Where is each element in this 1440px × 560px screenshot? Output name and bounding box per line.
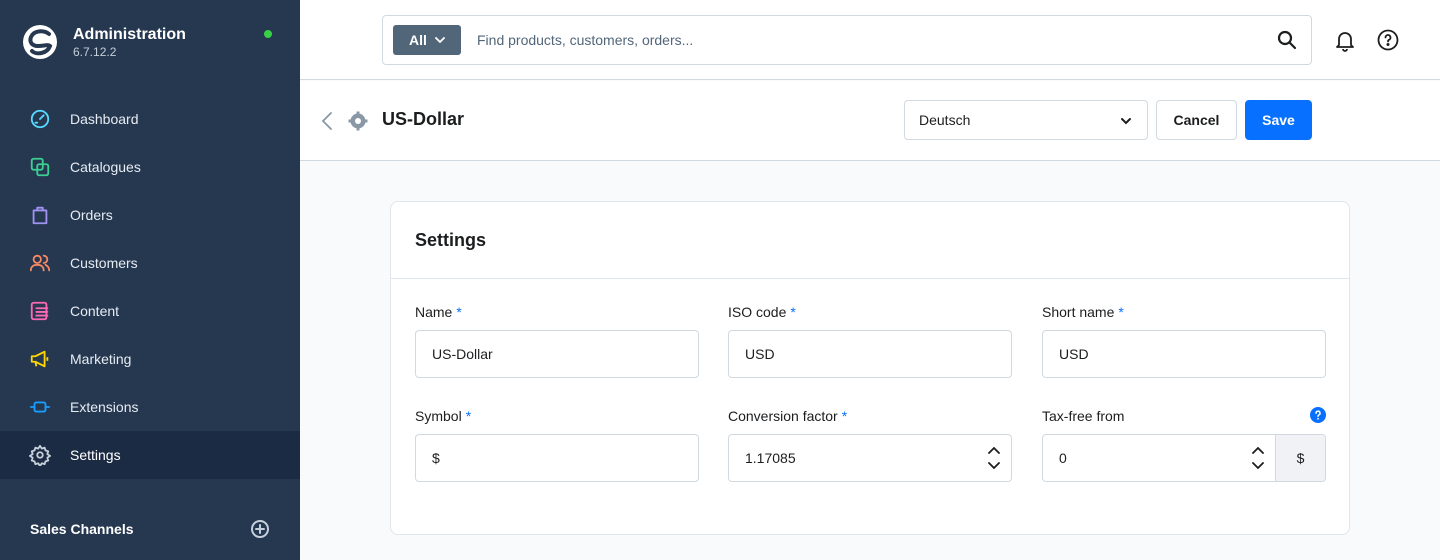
save-button[interactable]: Save (1245, 100, 1312, 140)
settings-icon (28, 443, 52, 467)
sidebar-item-marketing[interactable]: Marketing (0, 335, 300, 383)
conversion-factor-value: 1.17085 (745, 450, 796, 466)
chevron-down-icon (1121, 118, 1131, 125)
increment-chevron-up-icon[interactable] (988, 446, 1000, 454)
tax-free-from-label: Tax-free from (1042, 407, 1326, 425)
sales-channels-section: Sales Channels (30, 519, 270, 539)
app-title: Administration (73, 26, 186, 43)
iso-code-input[interactable]: USD (728, 330, 1012, 378)
marketing-icon (28, 347, 52, 371)
add-sales-channel-plus-icon[interactable] (250, 519, 270, 539)
sidebar-item-content[interactable]: Content (0, 287, 300, 335)
name-input[interactable]: US-Dollar (415, 330, 699, 378)
symbol-field-group: Symbol * $ (415, 407, 699, 482)
iso-code-label-text: ISO code (728, 304, 787, 320)
short-name-field-group: Short name * USD (1042, 303, 1326, 378)
conversion-factor-label: Conversion factor * (728, 407, 1012, 425)
conversion-factor-input[interactable]: 1.17085 (728, 434, 1012, 482)
required-marker: * (465, 408, 472, 424)
smart-bar: US-Dollar Deutsch Cancel Save (300, 81, 1440, 161)
sidebar-item-catalogues[interactable]: Catalogues (0, 143, 300, 191)
notification-bell-icon[interactable] (1334, 30, 1356, 52)
sidebar-item-label: Dashboard (70, 111, 139, 127)
chevron-down-icon (435, 37, 445, 43)
conversion-factor-label-text: Conversion factor (728, 408, 838, 424)
sidebar-item-label: Settings (70, 447, 121, 463)
short-name-value: USD (1059, 346, 1089, 362)
sales-channels-label: Sales Channels (30, 521, 134, 537)
required-marker: * (1118, 304, 1124, 320)
global-search: All (382, 15, 1312, 65)
name-value: US-Dollar (432, 346, 493, 362)
conversion-factor-stepper (977, 435, 1011, 481)
sidebar-item-label: Orders (70, 207, 113, 223)
search-type-dropdown[interactable]: All (393, 25, 461, 55)
extensions-icon (28, 395, 52, 419)
symbol-value: $ (432, 450, 440, 466)
app-version: 6.7.12.2 (73, 45, 117, 59)
sidebar-item-label: Marketing (70, 351, 132, 367)
cancel-button[interactable]: Cancel (1156, 100, 1237, 140)
iso-code-label: ISO code * (728, 303, 1012, 321)
tax-free-from-input[interactable]: 0 $ (1042, 434, 1326, 482)
decrement-chevron-down-icon[interactable] (1252, 462, 1264, 470)
currency-suffix: $ (1275, 435, 1325, 481)
language-switch-select[interactable]: Deutsch (904, 100, 1148, 140)
cog-icon (348, 111, 368, 131)
settings-card: Settings Name * US-Dollar ISO code * USD S… (390, 201, 1350, 535)
tax-free-from-value: 0 (1059, 450, 1067, 466)
symbol-input[interactable]: $ (415, 434, 699, 482)
content-icon (28, 299, 52, 323)
sidebar-item-orders[interactable]: Orders (0, 191, 300, 239)
symbol-label: Symbol * (415, 407, 699, 425)
short-name-label-text: Short name (1042, 304, 1115, 320)
top-bar: All (300, 0, 1440, 80)
name-label: Name * (415, 303, 699, 321)
short-name-input[interactable]: USD (1042, 330, 1326, 378)
required-marker: * (841, 408, 848, 424)
required-marker: * (790, 304, 796, 320)
name-field-group: Name * US-Dollar (415, 303, 699, 378)
sidebar-item-label: Extensions (70, 399, 139, 415)
search-type-label: All (409, 32, 427, 48)
sidebar-item-label: Content (70, 303, 120, 319)
search-input[interactable] (477, 32, 1257, 48)
sidebar-item-label: Catalogues (70, 159, 141, 175)
tax-free-from-label-text: Tax-free from (1042, 408, 1125, 424)
decrement-chevron-down-icon[interactable] (988, 462, 1000, 470)
sidebar-item-extensions[interactable]: Extensions (0, 383, 300, 431)
customers-icon (28, 251, 52, 275)
orders-icon (28, 203, 52, 227)
name-label-text: Name (415, 304, 453, 320)
back-arrow-icon[interactable] (320, 111, 334, 131)
short-name-label: Short name * (1042, 303, 1326, 321)
card-title: Settings (415, 229, 487, 250)
catalogues-icon (28, 155, 52, 179)
conversion-factor-field-group: Conversion factor * 1.17085 (728, 407, 1012, 482)
main-navigation: Dashboard Catalogues Orders Customers Co… (0, 95, 300, 479)
search-icon[interactable] (1277, 30, 1297, 50)
card-header: Settings (391, 202, 1349, 279)
sidebar-item-label: Customers (70, 255, 138, 271)
dashboard-icon (28, 107, 52, 131)
sidebar-item-dashboard[interactable]: Dashboard (0, 95, 300, 143)
symbol-label-text: Symbol (415, 408, 462, 424)
help-icon[interactable] (1377, 29, 1399, 51)
tax-free-from-field-group: Tax-free from 0 $ (1042, 407, 1326, 482)
required-marker: * (456, 304, 462, 320)
page-title: US-Dollar (382, 109, 465, 129)
shopware-logo-icon (23, 25, 57, 59)
sidebar-item-settings[interactable]: Settings (0, 431, 300, 479)
iso-code-field-group: ISO code * USD (728, 303, 1012, 378)
language-selected-value: Deutsch (919, 112, 971, 128)
sidebar: Administration 6.7.12.2 Dashboard Catalo… (0, 0, 300, 560)
iso-code-value: USD (745, 346, 775, 362)
online-status-dot (264, 30, 272, 38)
increment-chevron-up-icon[interactable] (1252, 446, 1264, 454)
help-info-icon[interactable] (1310, 407, 1326, 423)
brand[interactable]: Administration 6.7.12.2 (22, 24, 186, 60)
tax-free-from-stepper (1241, 435, 1275, 481)
sidebar-item-customers[interactable]: Customers (0, 239, 300, 287)
